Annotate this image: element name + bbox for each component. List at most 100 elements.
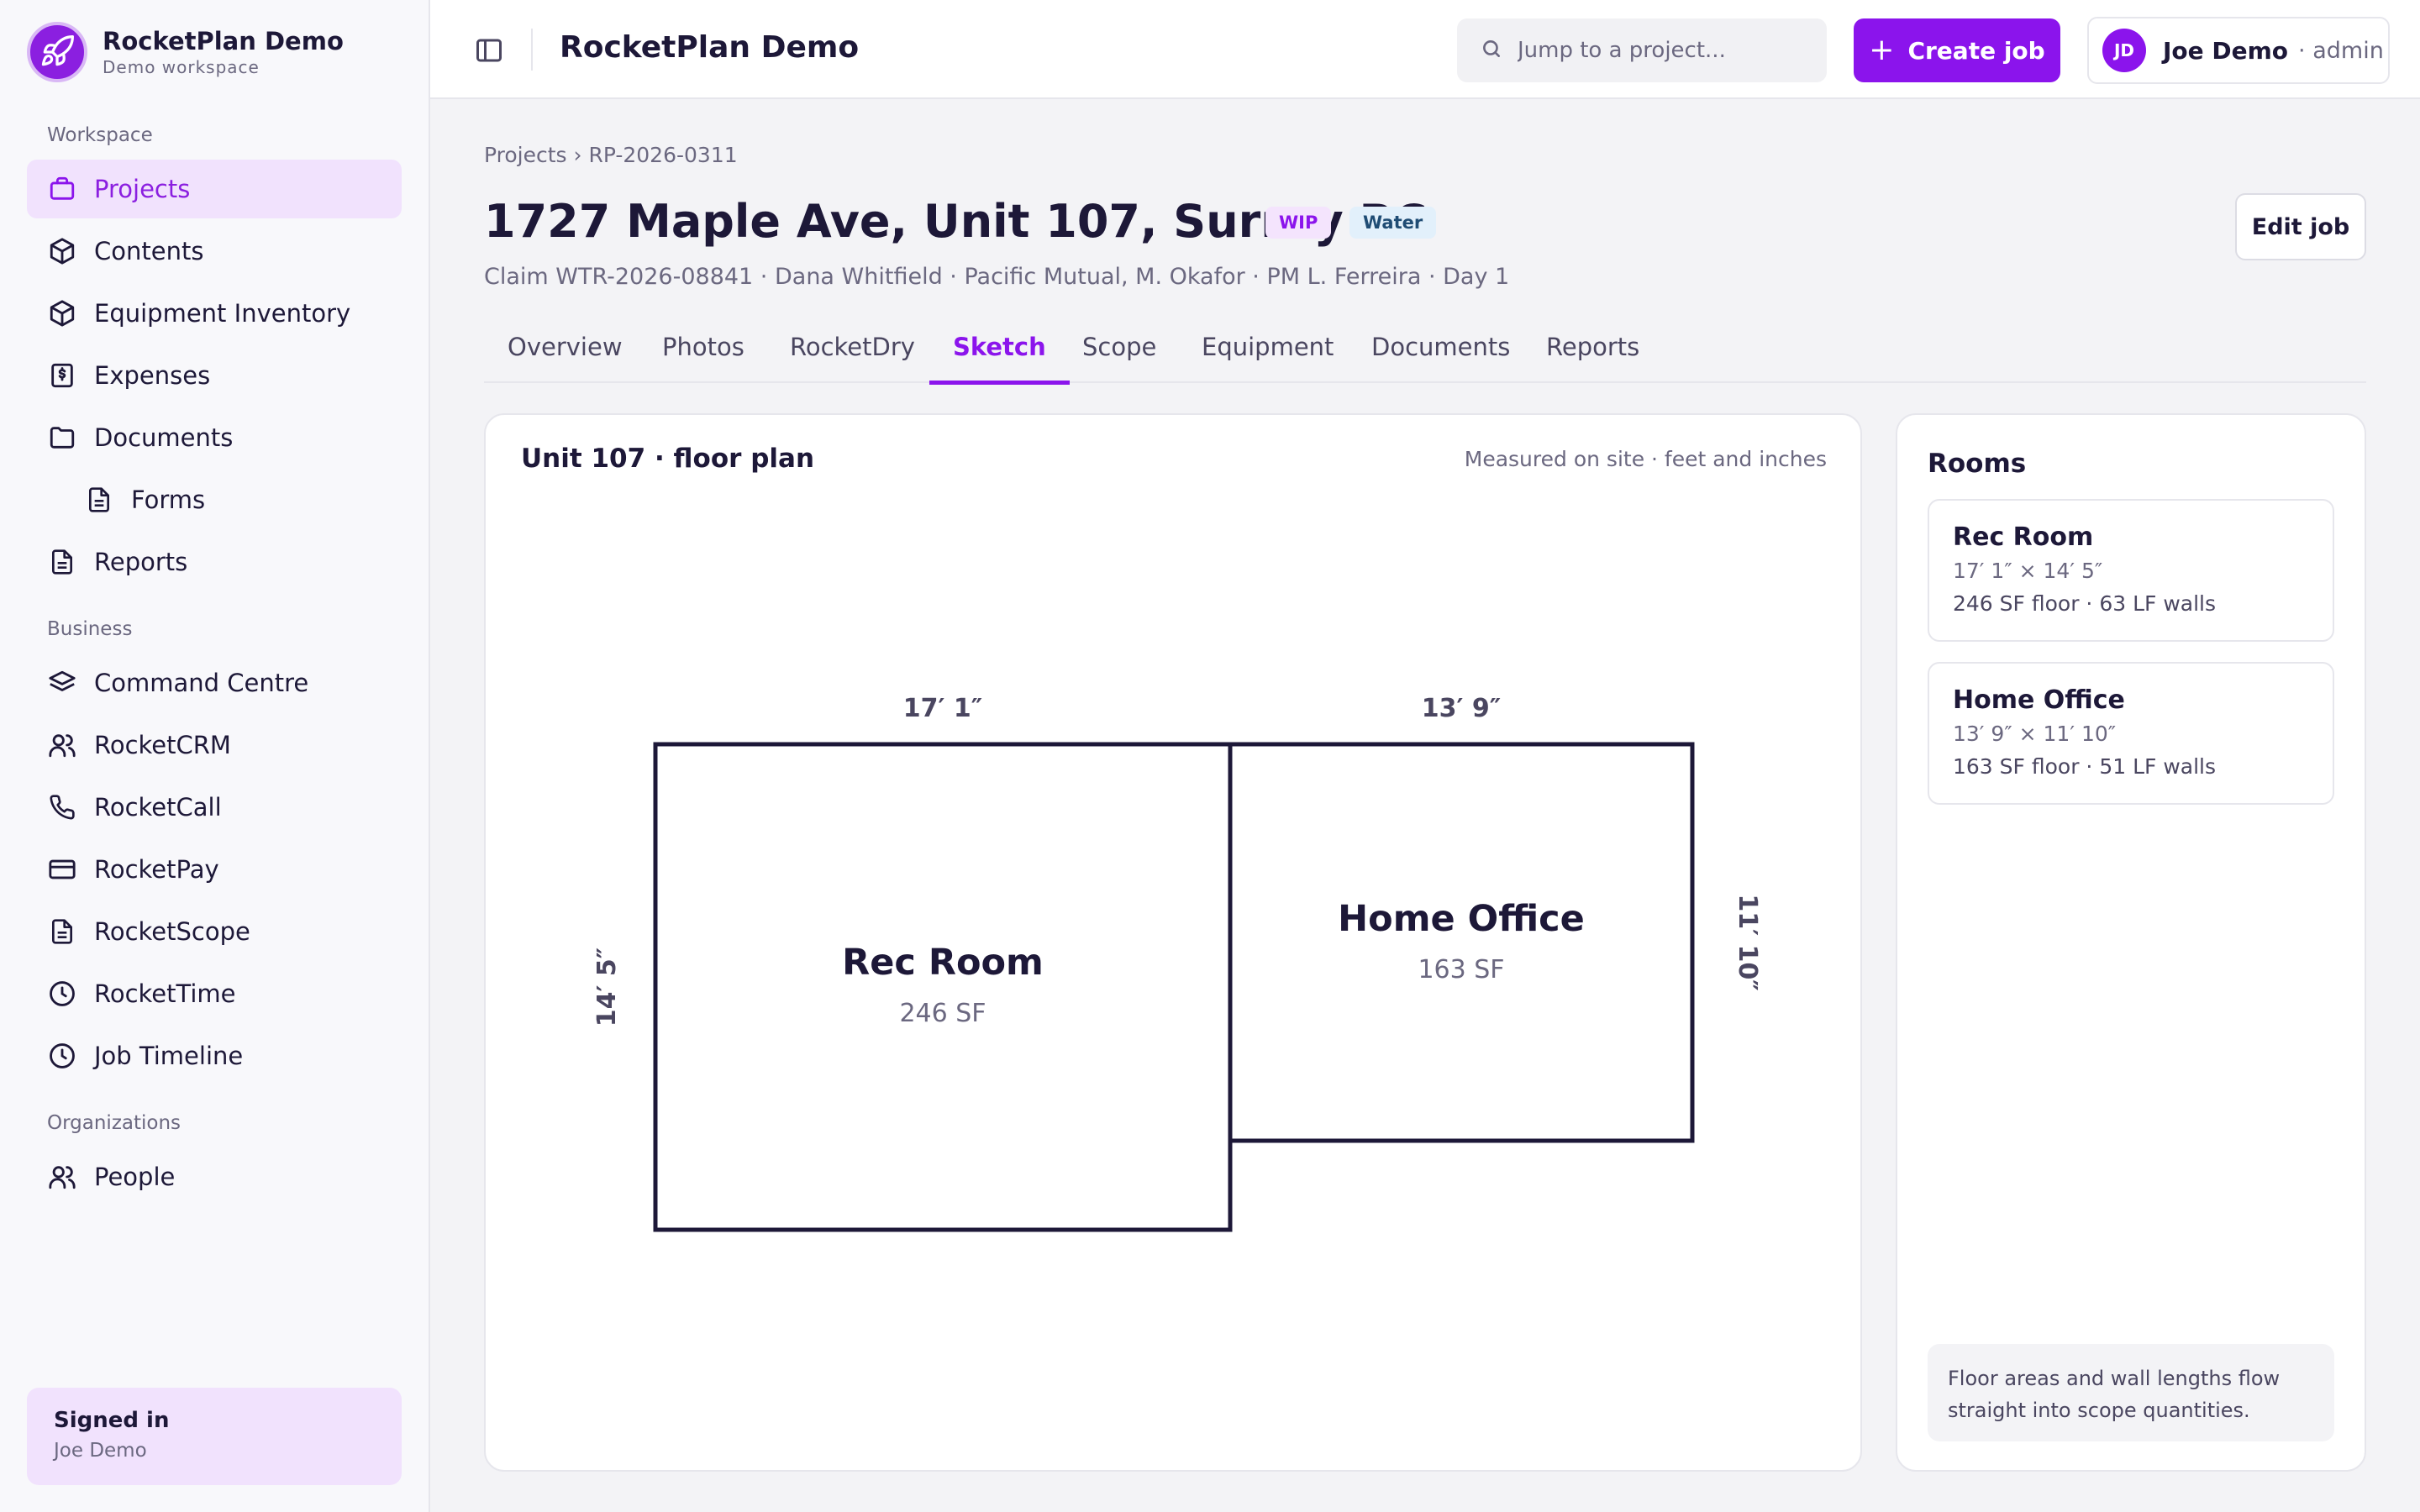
rooms-panel: Rooms Rec Room 17′ 1″ × 14′ 5″ 246 SF fl… — [1896, 413, 2366, 1472]
dimension-label-home-office-width: 13′ 9″ — [1422, 694, 1501, 723]
signed-in-name: Joe Demo — [54, 1440, 147, 1462]
section-label-workspace: Workspace — [47, 124, 153, 146]
brand[interactable]: RocketPlan Demo Demo workspace — [27, 22, 344, 82]
tab-sketch[interactable]: Sketch — [929, 333, 1070, 385]
sidebar-item-rockettime[interactable]: RocketTime — [27, 964, 402, 1023]
credit-card-icon — [47, 854, 77, 885]
status-badge: WIP — [1265, 207, 1332, 239]
file-icon — [84, 485, 114, 515]
create-job-label: Create job — [1907, 36, 2045, 65]
sidebar-item-label: Projects — [94, 175, 191, 203]
room-outline-rec-room[interactable] — [653, 742, 1233, 1232]
room-stats: 163 SF floor · 51 LF walls — [1953, 754, 2217, 779]
sidebar-item-rocketcall[interactable]: RocketCall — [27, 778, 402, 837]
sidebar: RocketPlan Demo Demo workspace Workspace… — [0, 0, 430, 1512]
sidebar-item-label: Equipment Inventory — [94, 299, 351, 328]
loss-type-badge: Water — [1349, 207, 1437, 239]
tab-equipment[interactable]: Equipment — [1202, 333, 1334, 381]
dimension-label-home-office-depth: 11′ 10″ — [1733, 894, 1762, 990]
edit-job-button[interactable]: Edit job — [2235, 193, 2366, 260]
plus-icon: + — [1869, 33, 1895, 67]
file-icon — [47, 916, 77, 947]
sketch-panel: Unit 107 · floor plan Measured on site ·… — [484, 413, 1862, 1472]
room-area-home-office: 163 SF — [1418, 955, 1504, 984]
sidebar-item-label: Forms — [131, 486, 206, 514]
sidebar-item-reports[interactable]: Reports — [27, 533, 402, 591]
user-name: Joe Demo — [2163, 36, 2289, 65]
sidebar-item-label: Expenses — [94, 361, 211, 390]
room-name: Rec Room — [1953, 522, 2094, 552]
sidebar-item-rocketcrm[interactable]: RocketCRM — [27, 716, 402, 774]
tab-rocketdry[interactable]: RocketDry — [790, 333, 915, 381]
search-input[interactable] — [1518, 38, 1820, 63]
dimension-label-rec-room-width: 17′ 1″ — [903, 694, 982, 723]
sidebar-item-label: Reports — [94, 548, 188, 576]
brand-name: RocketPlan Demo — [103, 27, 344, 55]
sidebar-item-label: RocketTime — [94, 979, 236, 1008]
sidebar-item-label: RocketCRM — [94, 731, 231, 759]
breadcrumb[interactable]: Projects › RP-2026-0311 — [484, 143, 738, 167]
claim-details: Claim WTR-2026-08841 · Dana Whitfield · … — [484, 264, 1510, 290]
users-icon — [47, 1162, 77, 1192]
sidebar-item-label: Command Centre — [94, 669, 309, 697]
sidebar-item-label: Job Timeline — [94, 1042, 244, 1070]
sidebar-item-rocketscope[interactable]: RocketScope — [27, 902, 402, 961]
sidebar-item-forms[interactable]: Forms — [27, 470, 402, 529]
sidebar-item-job-timeline[interactable]: Job Timeline — [27, 1026, 402, 1085]
room-label-rec-room: Rec Room — [842, 942, 1044, 984]
sidebar-item-label: Documents — [94, 423, 234, 452]
rooms-info-note: Floor areas and wall lengths flow straig… — [1928, 1344, 2334, 1441]
sidebar-item-label: RocketScope — [94, 917, 250, 946]
signed-in-title: Signed in — [54, 1408, 170, 1433]
box-icon — [47, 236, 77, 266]
floor-plan-canvas[interactable]: Rec Room 246 SF Home Office 163 SF 17′ 1… — [486, 415, 1864, 1473]
tab-photos[interactable]: Photos — [662, 333, 744, 381]
search-icon — [1481, 38, 1502, 63]
receipt-icon — [47, 360, 77, 391]
briefcase-icon — [47, 174, 77, 204]
folder-icon — [47, 423, 77, 453]
tab-scope[interactable]: Scope — [1082, 333, 1156, 381]
phone-icon — [47, 792, 77, 822]
user-menu[interactable]: JD Joe Demo · admin — [2087, 17, 2390, 84]
sidebar-toggle-icon[interactable] — [471, 32, 508, 69]
room-card-home-office[interactable]: Home Office 13′ 9″ × 11′ 10″ 163 SF floo… — [1928, 662, 2334, 805]
topbar-title: RocketPlan Demo — [560, 30, 860, 65]
project-search[interactable] — [1457, 18, 1827, 82]
section-label-organizations: Organizations — [47, 1112, 182, 1134]
signed-in-panel: Signed in Joe Demo — [27, 1388, 402, 1485]
room-outline-home-office[interactable] — [1228, 742, 1695, 1143]
topbar: RocketPlan Demo + Create job JD Joe Demo… — [430, 0, 2420, 99]
sidebar-item-rocketpay[interactable]: RocketPay — [27, 840, 402, 899]
tab-documents[interactable]: Documents — [1371, 333, 1510, 381]
section-label-business: Business — [47, 618, 133, 640]
box-icon — [47, 298, 77, 328]
room-dimensions: 13′ 9″ × 11′ 10″ — [1953, 722, 2117, 746]
room-area-rec-room: 246 SF — [899, 999, 986, 1028]
room-name: Home Office — [1953, 685, 2125, 715]
sidebar-item-label: RocketCall — [94, 793, 222, 822]
file-icon — [47, 547, 77, 577]
layers-icon — [47, 668, 77, 698]
room-stats: 246 SF floor · 63 LF walls — [1953, 591, 2217, 616]
rooms-title: Rooms — [1928, 449, 2027, 479]
users-icon — [47, 730, 77, 760]
room-dimensions: 17′ 1″ × 14′ 5″ — [1953, 559, 2103, 583]
project-tabs: Overview Photos RocketDry Sketch Scope E… — [484, 324, 2366, 385]
create-job-button[interactable]: + Create job — [1854, 18, 2060, 82]
sidebar-item-command-centre[interactable]: Command Centre — [27, 654, 402, 712]
user-role: · admin — [2298, 37, 2384, 64]
sidebar-item-expenses[interactable]: Expenses — [27, 346, 402, 405]
avatar: JD — [2102, 29, 2146, 72]
room-card-rec-room[interactable]: Rec Room 17′ 1″ × 14′ 5″ 246 SF floor · … — [1928, 499, 2334, 642]
sidebar-item-contents[interactable]: Contents — [27, 222, 402, 281]
sidebar-item-label: Contents — [94, 237, 204, 265]
sidebar-item-equipment-inventory[interactable]: Equipment Inventory — [27, 284, 402, 343]
brand-subtitle: Demo workspace — [103, 57, 260, 77]
sidebar-item-projects[interactable]: Projects — [27, 160, 402, 218]
dimension-label-rec-room-depth: 14′ 5″ — [592, 948, 622, 1026]
tab-overview[interactable]: Overview — [508, 333, 623, 381]
sidebar-item-people[interactable]: People — [27, 1147, 402, 1206]
sidebar-item-documents[interactable]: Documents — [27, 408, 402, 467]
tab-reports[interactable]: Reports — [1546, 333, 1639, 381]
